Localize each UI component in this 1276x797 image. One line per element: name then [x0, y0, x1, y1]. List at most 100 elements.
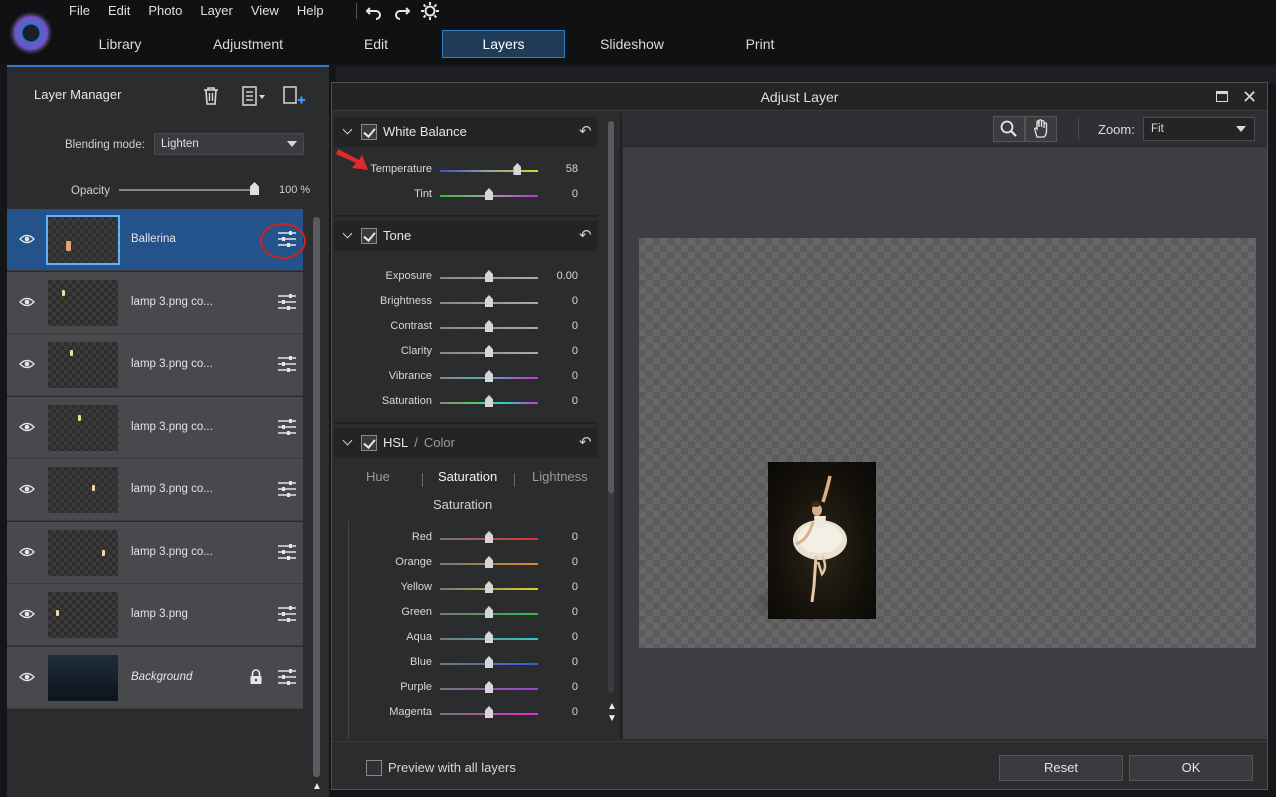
visibility-eye-icon[interactable] [19, 671, 35, 683]
hsl-tab-lightness[interactable]: Lightness [532, 469, 588, 484]
section-enable-checkbox[interactable] [361, 435, 377, 451]
lock-icon[interactable] [249, 668, 263, 685]
slider-thumb[interactable] [485, 606, 493, 618]
menu-layer[interactable]: Layer [191, 2, 242, 20]
visibility-eye-icon[interactable] [19, 483, 35, 495]
controls-scrollbar-thumb[interactable] [608, 121, 614, 493]
slider-track[interactable] [440, 170, 538, 172]
maximize-icon[interactable] [1216, 91, 1228, 102]
layer-thumbnail[interactable] [46, 215, 120, 265]
tab-print[interactable]: Print [708, 30, 812, 58]
layer-row[interactable]: lamp 3.png co... [7, 396, 303, 459]
layer-row[interactable]: lamp 3.png co... [7, 459, 303, 521]
slider-thumb[interactable] [513, 163, 522, 175]
slider-thumb[interactable] [485, 270, 493, 282]
section-header-tone[interactable]: Tone ↶ [334, 221, 598, 251]
scroll-arrows-icon[interactable]: ▲ ▼ [607, 701, 617, 725]
gear-icon[interactable] [420, 1, 440, 21]
adjust-layer-icon[interactable] [277, 480, 297, 498]
layer-thumbnail[interactable] [48, 404, 118, 451]
layer-row[interactable]: Ballerina [7, 209, 306, 271]
slider-thumb[interactable] [485, 656, 493, 668]
slider-thumb[interactable] [485, 345, 493, 357]
slider-thumb[interactable] [485, 531, 493, 543]
layer-thumbnail[interactable] [48, 467, 118, 513]
opacity-slider-track[interactable] [119, 189, 259, 191]
adjust-layer-icon[interactable] [277, 605, 297, 623]
adjust-layer-icon[interactable] [277, 418, 297, 436]
preview-canvas[interactable] [639, 238, 1256, 648]
menu-help[interactable]: Help [288, 2, 333, 20]
menu-file[interactable]: File [60, 2, 99, 20]
slider-thumb[interactable] [485, 295, 493, 307]
visibility-eye-icon[interactable] [19, 421, 35, 433]
slider-thumb[interactable] [485, 370, 493, 382]
pan-tool-button[interactable] [1025, 116, 1057, 142]
slider-thumb[interactable] [485, 681, 493, 693]
visibility-eye-icon[interactable] [19, 608, 35, 620]
adjust-layer-icon[interactable] [277, 355, 297, 373]
slider-thumb[interactable] [485, 320, 493, 332]
slider-thumb[interactable] [485, 395, 493, 407]
blending-mode-select[interactable]: Lighten [154, 133, 304, 155]
trash-icon[interactable] [200, 85, 222, 107]
scroll-up-arrow-icon[interactable]: ▲ [312, 781, 322, 792]
layer-row[interactable]: lamp 3.png [7, 584, 303, 646]
adjust-layer-icon[interactable] [277, 543, 297, 561]
layer-list-scrollbar[interactable] [313, 217, 320, 777]
visibility-eye-icon[interactable] [19, 546, 35, 558]
section-reset-icon[interactable]: ↶ [579, 122, 592, 140]
visibility-eye-icon[interactable] [19, 358, 35, 370]
zoom-tool-button[interactable] [993, 116, 1025, 142]
chevron-down-icon[interactable] [342, 435, 353, 446]
section-header-hsl[interactable]: HSL / Color ↶ [334, 428, 598, 458]
zoom-select[interactable]: Fit [1143, 117, 1255, 141]
undo-icon[interactable] [364, 1, 384, 21]
layer-thumbnail[interactable] [48, 592, 118, 638]
new-layer-icon[interactable] [282, 85, 306, 107]
adjust-layer-icon[interactable] [277, 668, 297, 686]
tab-adjustment[interactable]: Adjustment [196, 30, 300, 58]
section-enable-checkbox[interactable] [361, 124, 377, 140]
section-enable-checkbox[interactable] [361, 228, 377, 244]
slider-thumb[interactable] [485, 556, 493, 568]
chevron-down-icon[interactable] [342, 228, 353, 239]
layer-thumbnail[interactable] [48, 529, 118, 576]
layer-row[interactable]: lamp 3.png co... [7, 334, 303, 396]
layer-row[interactable]: lamp 3.png co... [7, 521, 303, 584]
tab-layers[interactable]: Layers [442, 30, 565, 58]
visibility-eye-icon[interactable] [19, 296, 35, 308]
section-reset-icon[interactable]: ↶ [579, 226, 592, 244]
tab-slideshow[interactable]: Slideshow [580, 30, 684, 58]
slider-thumb[interactable] [485, 188, 493, 200]
redo-icon[interactable] [392, 1, 412, 21]
layer-row[interactable]: Background [7, 646, 303, 709]
menu-view[interactable]: View [242, 2, 288, 20]
layer-menu-icon[interactable] [241, 85, 267, 107]
tab-edit[interactable]: Edit [324, 30, 428, 58]
hsl-tab-saturation[interactable]: Saturation [438, 469, 497, 484]
layer-thumbnail[interactable] [48, 342, 118, 388]
layer-thumbnail[interactable] [48, 654, 118, 701]
reset-button[interactable]: Reset [999, 755, 1123, 781]
section-header-white-balance[interactable]: White Balance ↶ [334, 117, 598, 147]
ok-button[interactable]: OK [1129, 755, 1253, 781]
menu-photo[interactable]: Photo [139, 2, 191, 20]
adjust-layer-icon[interactable] [277, 293, 297, 311]
layer-thumbnail[interactable] [48, 279, 118, 326]
close-icon[interactable]: ✕ [1242, 87, 1257, 107]
slider-thumb[interactable] [485, 706, 493, 718]
slider-thumb[interactable] [485, 631, 493, 643]
visibility-eye-icon[interactable] [19, 233, 35, 245]
tab-library[interactable]: Library [68, 30, 172, 58]
hsl-tab-hue[interactable]: Hue [366, 469, 390, 484]
menu-edit[interactable]: Edit [99, 2, 139, 20]
section-reset-icon[interactable]: ↶ [579, 433, 592, 451]
preview-all-layers-label[interactable]: Preview with all layers [388, 760, 516, 775]
chevron-down-icon[interactable] [342, 124, 353, 135]
preview-all-layers-checkbox[interactable] [366, 760, 382, 776]
opacity-slider-thumb[interactable] [250, 182, 259, 195]
layer-row[interactable]: lamp 3.png co... [7, 271, 303, 334]
slider-thumb[interactable] [485, 581, 493, 593]
app-logo[interactable] [10, 12, 52, 54]
